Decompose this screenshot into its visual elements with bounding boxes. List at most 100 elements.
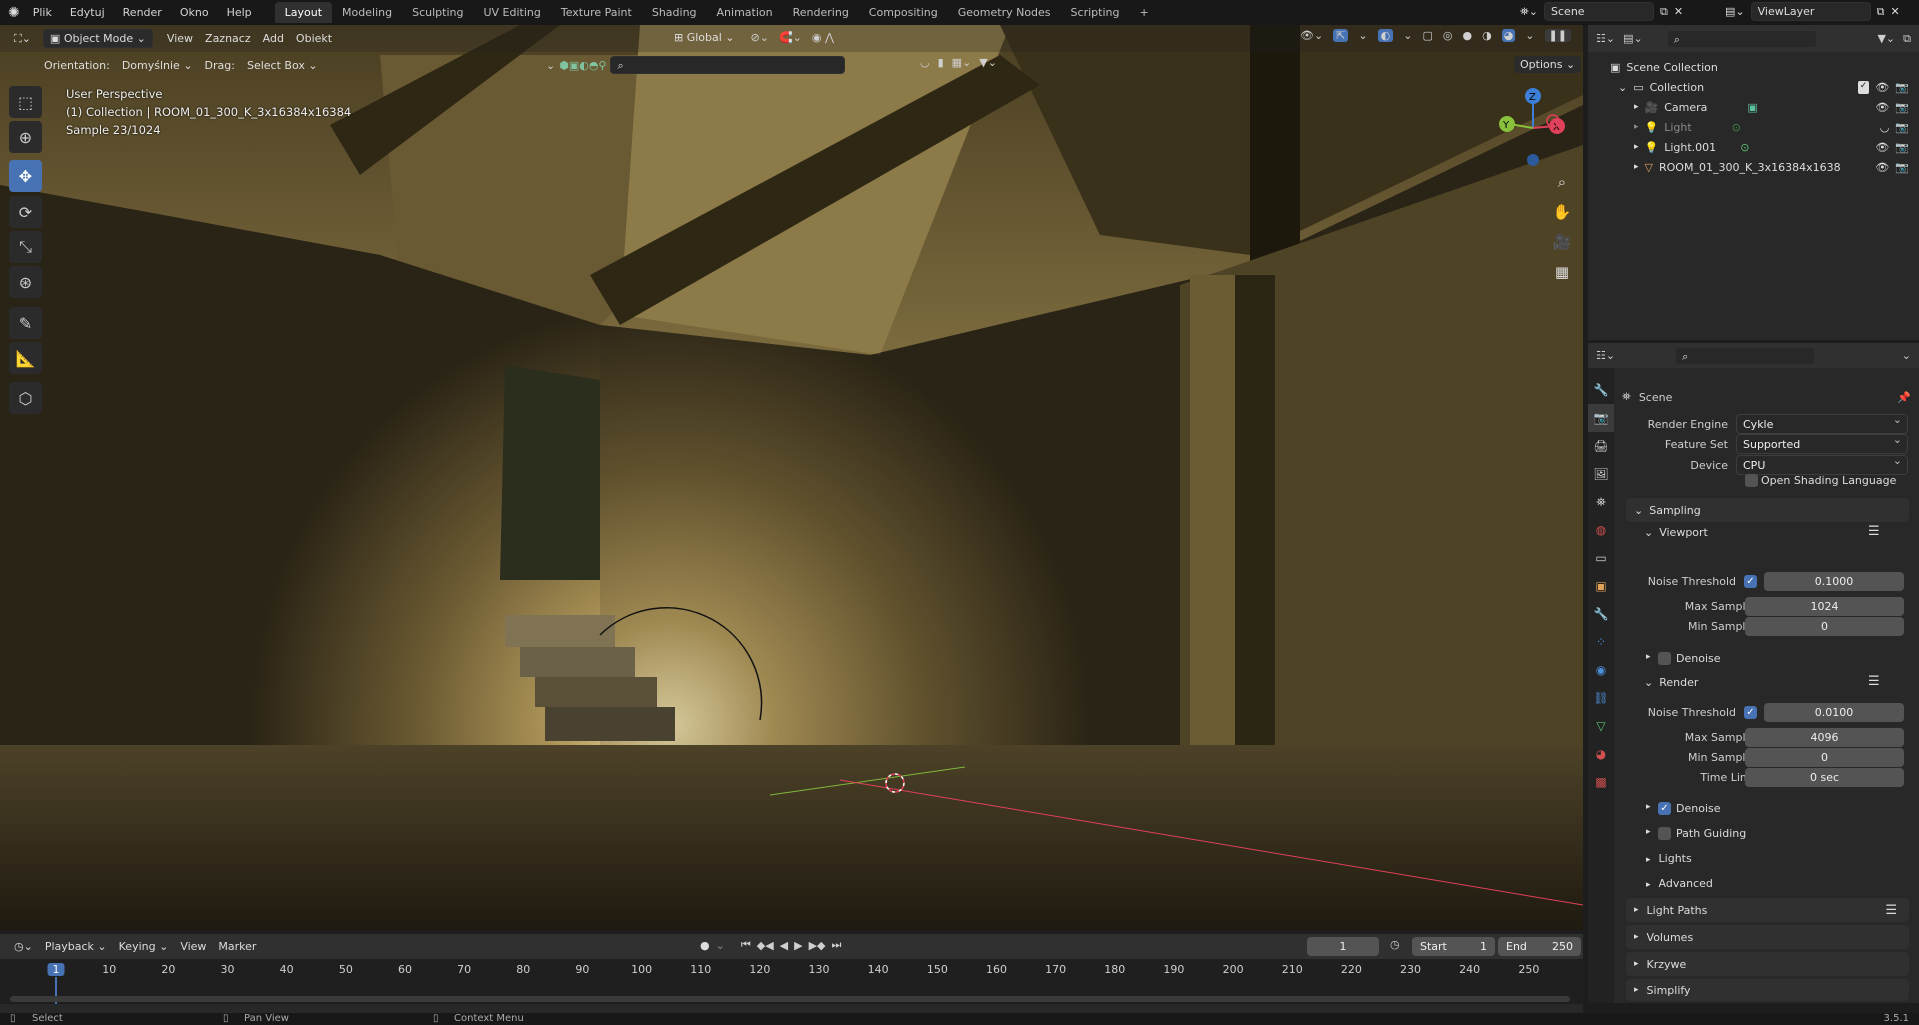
move-tool[interactable]: ✥ (9, 160, 42, 192)
particles-tab-icon[interactable]: ⁘ (1588, 628, 1614, 656)
display-mode-icon[interactable]: ▤⌄ (1623, 32, 1643, 45)
pin-icon[interactable]: 📌 (1897, 391, 1911, 404)
properties-editor-icon[interactable]: ☷⌄ (1596, 349, 1615, 362)
scale-tool[interactable]: ⤡ (9, 231, 42, 263)
texture-tab-icon[interactable]: ▩ (1588, 768, 1614, 796)
add-workspace-button[interactable]: + (1129, 2, 1158, 23)
filter-settings-icon[interactable]: ▦⌄ (952, 56, 972, 69)
options-button[interactable]: Options ⌄ (1514, 56, 1582, 73)
expand-icon[interactable]: ▸ (1634, 102, 1639, 112)
jump-end-icon[interactable]: ⏭ (832, 938, 842, 952)
vp-noise-field[interactable]: 0.1000 (1764, 572, 1904, 591)
vp-noise-checkbox[interactable]: ✓ (1744, 575, 1757, 588)
menu-okno[interactable]: Okno (171, 6, 218, 19)
outliner-item-light-001[interactable]: ▸ 💡 Light.001 ⊙ 👁 📷 (1588, 137, 1919, 157)
shading-material-icon[interactable]: ◑ (1482, 29, 1492, 42)
render-subpanel-header[interactable]: ⌄ Render (1644, 676, 1698, 689)
render-engine-dropdown[interactable]: Cykle (1736, 413, 1908, 434)
cursor-tool[interactable]: ⊕ (9, 121, 42, 153)
path-guiding-expand-icon[interactable]: ▸ (1646, 827, 1651, 837)
denoise-expand-icon[interactable]: ▸ (1646, 802, 1651, 812)
filter-dropdown-icon[interactable]: ⌄ (546, 59, 555, 72)
navigation-gizmo[interactable]: Z Y X (1495, 86, 1570, 171)
shading-solid-icon[interactable]: ● (1462, 29, 1472, 42)
tab-uv-editing[interactable]: UV Editing (473, 2, 550, 23)
render-camera-icon[interactable]: 📷 (1895, 121, 1909, 134)
camera-view-icon[interactable]: 🎥 (1549, 230, 1575, 254)
outliner-item-room[interactable]: ▸ ▽ ROOM_01_300_K_3x16384x1638 👁 📷 (1588, 157, 1919, 177)
play-icon[interactable]: ▶ (794, 939, 802, 952)
menu-obiekt[interactable]: Obiekt (290, 30, 338, 47)
eye-closed-icon[interactable]: ◡ (1880, 121, 1890, 134)
next-keyframe-icon[interactable]: ▶◆ (809, 939, 826, 952)
perspective-grid-icon[interactable]: ▦ (1549, 260, 1575, 284)
light-paths-section-header[interactable]: ▸ Light Paths ☰ (1626, 898, 1909, 922)
add-cube-tool[interactable]: ⬡ (9, 382, 42, 414)
tab-scripting[interactable]: Scripting (1061, 2, 1130, 23)
expand-collection-icon[interactable]: ⌄ (1618, 81, 1627, 94)
tab-animation[interactable]: Animation (707, 2, 783, 23)
outliner-scene-collection[interactable]: ▣ Scene Collection (1588, 57, 1919, 77)
presets-list-icon[interactable]: ☰ (1885, 903, 1897, 918)
render-camera-icon[interactable]: 📷 (1895, 161, 1909, 174)
annotate-tool[interactable]: ✎ (9, 307, 42, 339)
tab-layout[interactable]: Layout (274, 2, 333, 23)
tab-sculpting[interactable]: Sculpting (402, 2, 473, 23)
sampling-section-header[interactable]: ⌄ Sampling (1626, 498, 1909, 522)
clock-icon[interactable]: ◷ (1390, 938, 1400, 951)
funnel-icon[interactable]: ▼⌄ (979, 56, 997, 69)
end-frame-field[interactable]: End 250 (1498, 937, 1581, 956)
menu-marker[interactable]: Marker (212, 938, 262, 955)
r-min-field[interactable]: 0 (1745, 748, 1904, 767)
gizmo-toggle-icon[interactable]: ⇱ (1333, 29, 1349, 42)
shading-options-icon[interactable]: ⌄ (1525, 29, 1534, 42)
tab-geometry-nodes[interactable]: Geometry Nodes (948, 2, 1061, 23)
render-camera-icon[interactable]: 📷 (1895, 141, 1909, 154)
scene-tab-icon[interactable]: ⛯ (1588, 488, 1614, 516)
view-layer-field[interactable]: ViewLayer (1750, 2, 1871, 21)
r-max-field[interactable]: 4096 (1745, 728, 1904, 747)
curves-section-header[interactable]: ▸ Krzywe (1626, 952, 1909, 976)
presets-list-icon[interactable]: ☰ (1868, 674, 1880, 689)
render-camera-icon[interactable]: 📷 (1895, 101, 1909, 114)
render-camera-icon[interactable]: 📷 (1895, 81, 1909, 94)
tool-tab-icon[interactable]: 🔧 (1588, 376, 1614, 404)
menu-timeline-view[interactable]: View (174, 938, 212, 955)
path-guiding-checkbox[interactable] (1658, 827, 1671, 840)
outliner-filter-icon[interactable]: ▼⌄ (1877, 32, 1895, 45)
new-collection-icon[interactable]: ⧉ (1903, 32, 1911, 46)
denoise-expand-icon[interactable]: ▸ (1646, 652, 1651, 662)
view-layer-tab-icon[interactable]: 🖼 (1588, 460, 1614, 488)
world-tab-icon[interactable]: ◍ (1588, 516, 1614, 544)
delete-view-layer-icon[interactable]: ✕ (1890, 5, 1899, 18)
expand-icon[interactable]: ▸ (1634, 122, 1639, 132)
menu-help[interactable]: Help (218, 6, 261, 19)
expand-icon[interactable]: ▸ (1634, 162, 1639, 172)
xray-icon[interactable]: ▢ (1422, 29, 1432, 42)
prev-keyframe-icon[interactable]: ◆◀ (757, 939, 774, 952)
timeline-scrollbar[interactable] (10, 996, 1570, 1002)
outliner-search-input[interactable]: ⌕ (1666, 29, 1817, 48)
transform-tool[interactable]: ⊛ (9, 266, 42, 298)
exclude-checkbox[interactable]: ✓ (1857, 80, 1870, 94)
eye-icon[interactable]: 👁 (1875, 161, 1889, 174)
delete-scene-icon[interactable]: ✕ (1674, 5, 1683, 18)
presets-list-icon[interactable]: ☰ (1868, 524, 1880, 539)
scene-name-field[interactable]: Scene (1544, 2, 1655, 21)
tab-rendering[interactable]: Rendering (783, 2, 859, 23)
osl-checkbox[interactable] (1745, 474, 1758, 487)
data-tab-icon[interactable]: ▽ (1588, 712, 1614, 740)
r-denoise-checkbox[interactable]: ✓ (1658, 802, 1671, 815)
play-reverse-icon[interactable]: ◀ (780, 939, 788, 952)
menu-zaznacz[interactable]: Zaznacz (199, 30, 257, 47)
shading-wireframe-icon[interactable]: ◎ (1443, 29, 1453, 42)
material-tab-icon[interactable]: ◕ (1588, 740, 1614, 768)
collection-tab-icon[interactable]: ▭ (1588, 544, 1614, 572)
viewport-search-input[interactable]: ⌕ (610, 56, 846, 74)
pause-render-icon[interactable]: ❚❚ (1544, 29, 1571, 42)
eye-icon[interactable]: 👁 (1875, 81, 1889, 94)
visibility-icon[interactable]: 👁⌄ (1300, 29, 1323, 42)
lights-subpanel-header[interactable]: ▸ Lights (1646, 852, 1692, 865)
vp-min-field[interactable]: 0 (1745, 617, 1904, 636)
3d-viewport[interactable] (0, 25, 1583, 930)
